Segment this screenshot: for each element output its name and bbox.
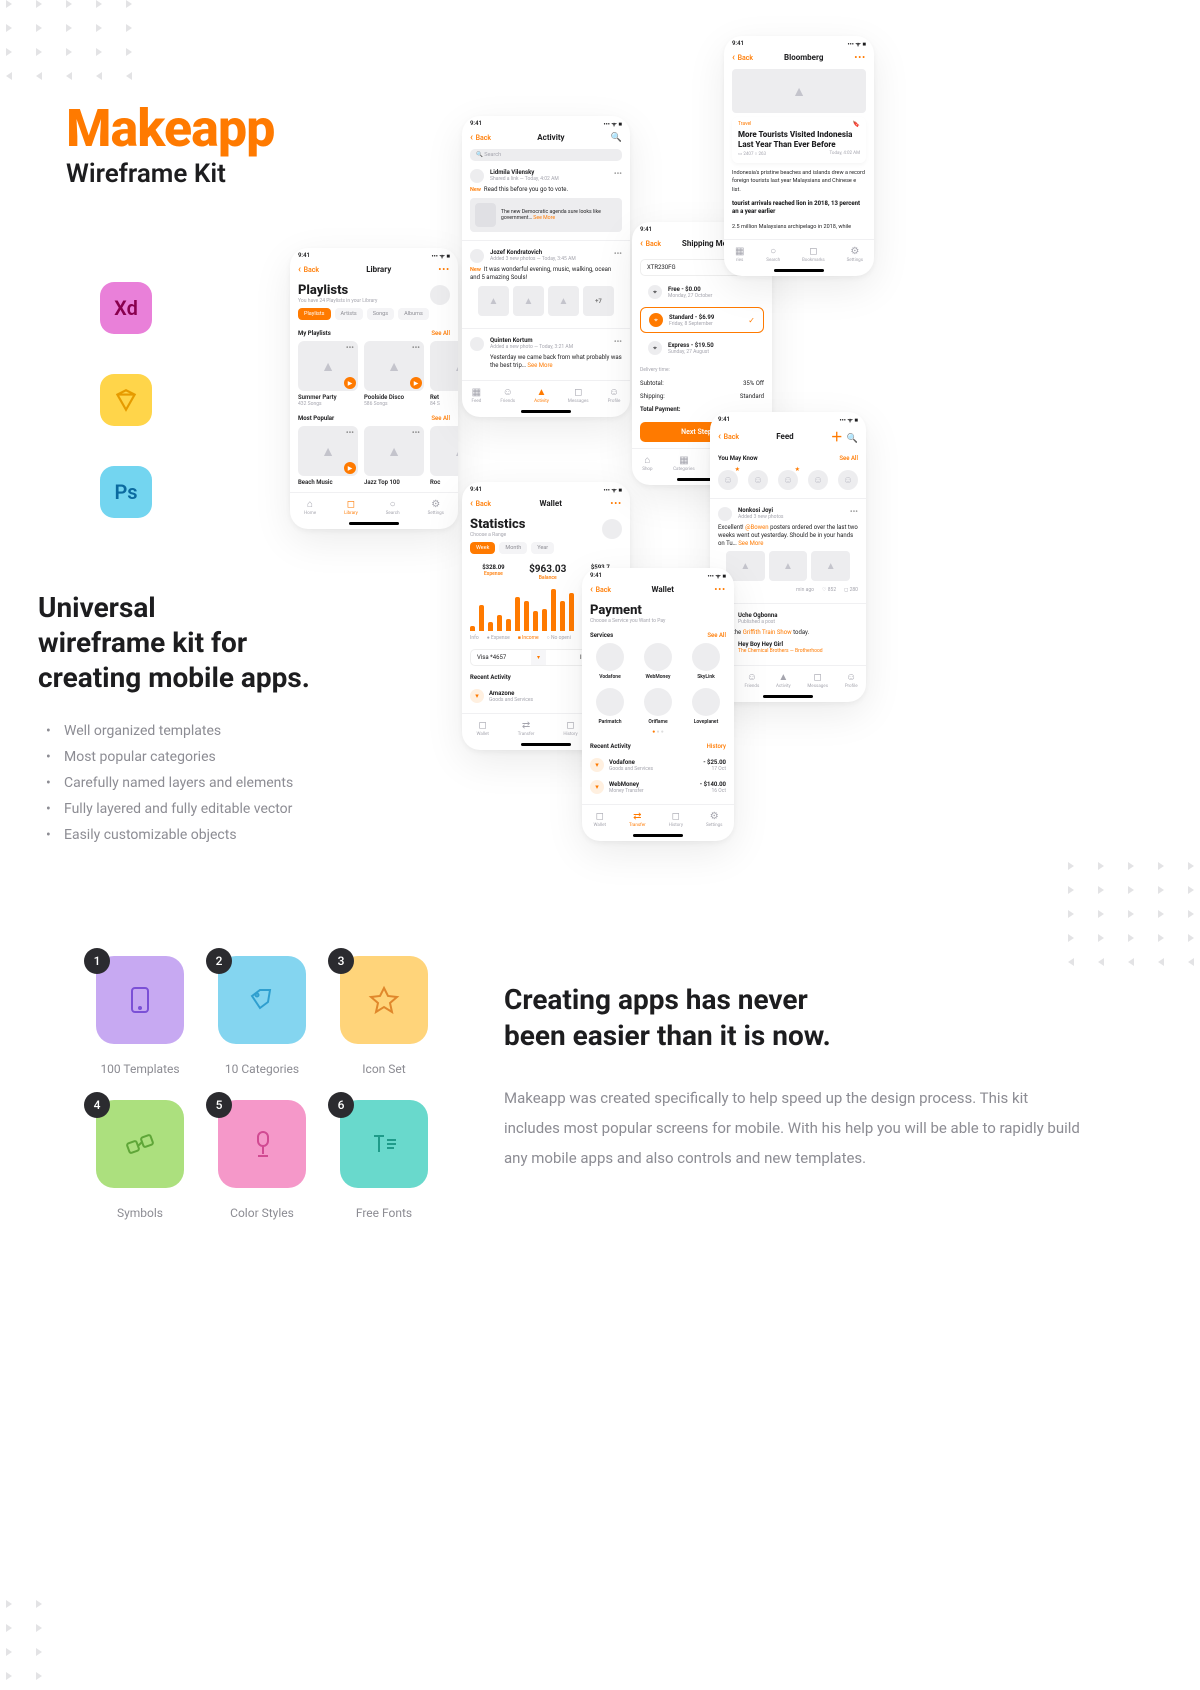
back-button[interactable]: Back — [640, 238, 661, 249]
range-month[interactable]: Month — [499, 542, 527, 554]
see-all-link[interactable]: See All — [839, 455, 858, 462]
iconset-tile — [340, 956, 428, 1044]
see-all-link[interactable]: See All — [431, 330, 450, 337]
search-input[interactable]: 🔍 Search — [470, 149, 622, 161]
colors-tile — [218, 1100, 306, 1188]
add-icon[interactable]: ＋ — [831, 430, 843, 444]
phone-article: 9:41••• ᯤ ■ BackBloomberg••• ▲ Travel🔖 M… — [724, 36, 874, 276]
tab-playlists[interactable]: Playlists — [298, 308, 331, 320]
promo-body: Makeapp was created specifically to help… — [504, 1083, 1084, 1173]
range-year[interactable]: Year — [531, 542, 554, 554]
search-icon[interactable]: 🔍 — [611, 133, 622, 143]
adobe-xd-tile: Xd — [100, 282, 152, 334]
hero-subtitle: Wireframe Kit — [66, 159, 274, 189]
promo-heading: Creating apps has never — [504, 982, 1084, 1018]
avatar[interactable] — [430, 285, 450, 305]
ship-option-express[interactable]: ⌖Express - $19.50Sunday, 27 August — [640, 336, 764, 360]
range-week[interactable]: Week — [470, 542, 495, 554]
back-button[interactable]: Back — [470, 132, 491, 143]
symbols-tile — [96, 1100, 184, 1188]
hero-title: Makeapp — [66, 98, 274, 159]
back-button[interactable]: Back — [470, 498, 491, 509]
see-all-link[interactable]: See All — [707, 632, 726, 639]
phone-payment: 9:41••• ᯤ ■ BackWallet••• Payment Choose… — [582, 568, 734, 841]
templates-tile — [96, 956, 184, 1044]
tab-songs[interactable]: Songs — [367, 308, 394, 320]
photoshop-tile: Ps — [100, 466, 152, 518]
more-icon[interactable]: ••• — [438, 265, 450, 274]
back-button[interactable]: Back — [298, 264, 319, 275]
promo-heading: been easier than it is now. — [504, 1018, 1084, 1054]
tab-artists[interactable]: Artists — [335, 308, 363, 320]
search-icon[interactable]: 🔍 — [847, 434, 858, 444]
tab-albums[interactable]: Albums — [398, 308, 429, 320]
sketch-tile — [100, 374, 152, 426]
categories-tile — [218, 956, 306, 1044]
fonts-tile — [340, 1100, 428, 1188]
back-button[interactable]: Back — [718, 431, 739, 442]
ship-option-free[interactable]: ⌖Free - $0.00Monday, 27 October — [640, 280, 764, 304]
back-button[interactable]: Back — [590, 584, 611, 595]
phone-library: 9:41••• ᯤ ■ BackLibrary••• Playlists You… — [290, 248, 458, 529]
ship-option-standard[interactable]: ⌖Standard - $6.99Friday, 8 September✓ — [640, 307, 764, 333]
back-button[interactable]: Back — [732, 52, 753, 63]
phone-activity: 9:41••• ᯤ ■ BackActivity🔍 🔍 Search Lidmi… — [462, 116, 630, 417]
see-all-link[interactable]: See All — [431, 415, 450, 422]
